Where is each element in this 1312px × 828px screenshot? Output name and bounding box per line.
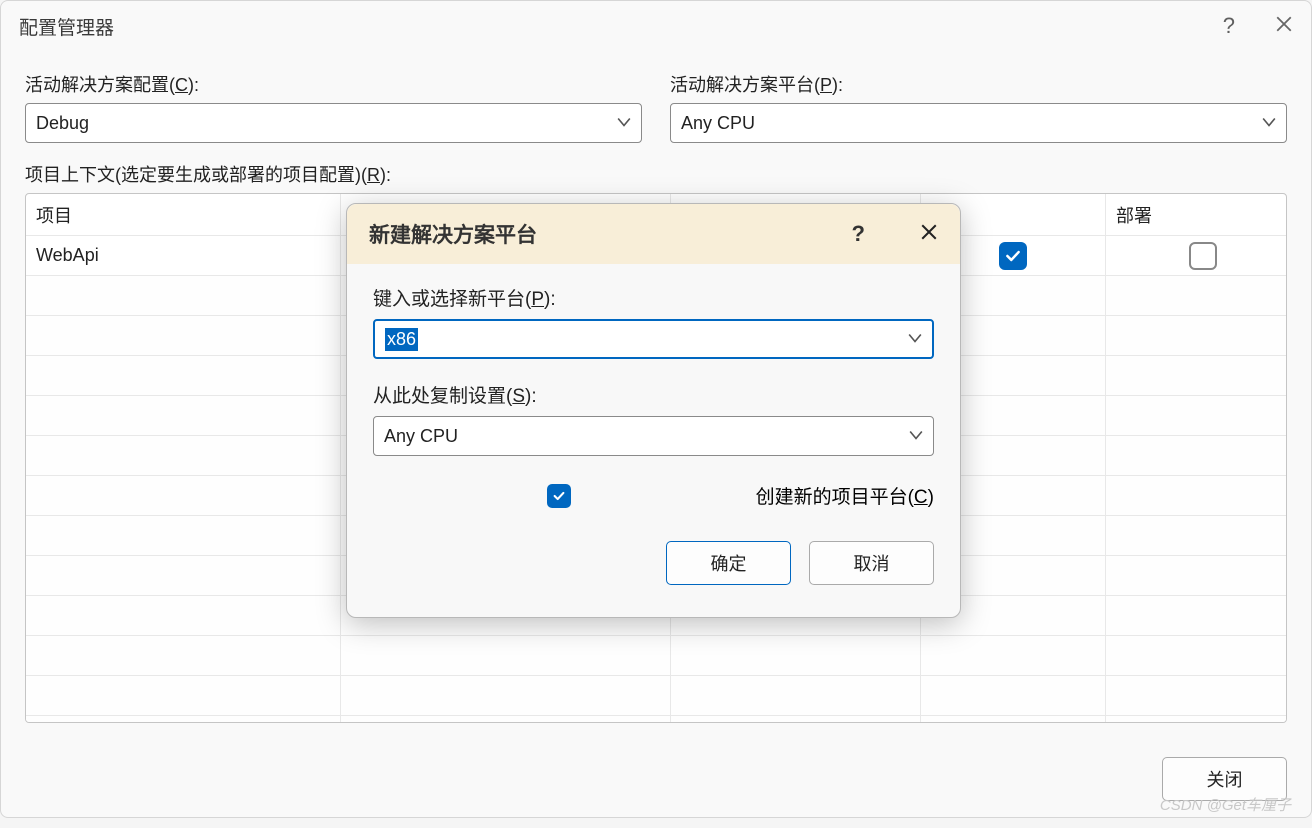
ok-button[interactable]: 确定 bbox=[666, 541, 791, 585]
new-platform-dropdown[interactable]: x86 bbox=[373, 319, 934, 359]
close-icon[interactable] bbox=[920, 221, 938, 247]
build-checkbox[interactable] bbox=[999, 242, 1027, 270]
copy-from-label: 从此处复制设置(S): bbox=[373, 381, 934, 408]
new-platform-label: 键入或选择新平台(P): bbox=[373, 284, 934, 311]
cancel-button[interactable]: 取消 bbox=[809, 541, 934, 585]
close-icon[interactable] bbox=[1275, 13, 1293, 39]
chevron-down-icon bbox=[909, 426, 923, 447]
active-platform-value: Any CPU bbox=[681, 113, 755, 134]
table-row-deploy[interactable] bbox=[1106, 236, 1287, 276]
table-row-project: WebApi bbox=[26, 236, 341, 276]
new-platform-value: x86 bbox=[385, 328, 418, 351]
modal-titlebar: 新建解决方案平台 ? bbox=[347, 204, 960, 264]
help-icon[interactable]: ? bbox=[1223, 13, 1235, 39]
config-manager-window: 配置管理器 ? 活动解决方案配置(C): Debug bbox=[0, 0, 1312, 818]
project-context-label: 项目上下文(选定要生成或部署的项目配置)(R): bbox=[25, 161, 1287, 187]
new-platform-dialog: 新建解决方案平台 ? 键入或选择新平台(P): x86 从此处复制设置(S): bbox=[346, 203, 961, 618]
window-title: 配置管理器 bbox=[19, 13, 114, 40]
col-project: 项目 bbox=[26, 194, 341, 236]
help-icon[interactable]: ? bbox=[852, 221, 865, 247]
col-deploy: 部署 bbox=[1106, 194, 1287, 236]
modal-title-text: 新建解决方案平台 bbox=[369, 219, 537, 249]
chevron-down-icon bbox=[1262, 113, 1276, 134]
chevron-down-icon bbox=[617, 113, 631, 134]
create-project-platform-label: 创建新的项目平台(C) bbox=[756, 482, 934, 509]
active-platform-label: 活动解决方案平台(P): bbox=[670, 71, 1287, 97]
titlebar: 配置管理器 ? bbox=[1, 1, 1311, 51]
active-platform-dropdown[interactable]: Any CPU bbox=[670, 103, 1287, 143]
deploy-checkbox[interactable] bbox=[1189, 242, 1217, 270]
copy-from-dropdown[interactable]: Any CPU bbox=[373, 416, 934, 456]
create-project-platform-row[interactable]: 创建新的项目平台(C) bbox=[373, 482, 934, 509]
active-config-value: Debug bbox=[36, 113, 89, 134]
copy-from-value: Any CPU bbox=[384, 426, 458, 447]
chevron-down-icon bbox=[908, 329, 922, 350]
active-config-dropdown[interactable]: Debug bbox=[25, 103, 642, 143]
watermark: CSDN @Get车厘子 bbox=[1160, 794, 1291, 815]
active-config-label: 活动解决方案配置(C): bbox=[25, 71, 642, 97]
create-project-platform-checkbox[interactable] bbox=[547, 484, 571, 508]
